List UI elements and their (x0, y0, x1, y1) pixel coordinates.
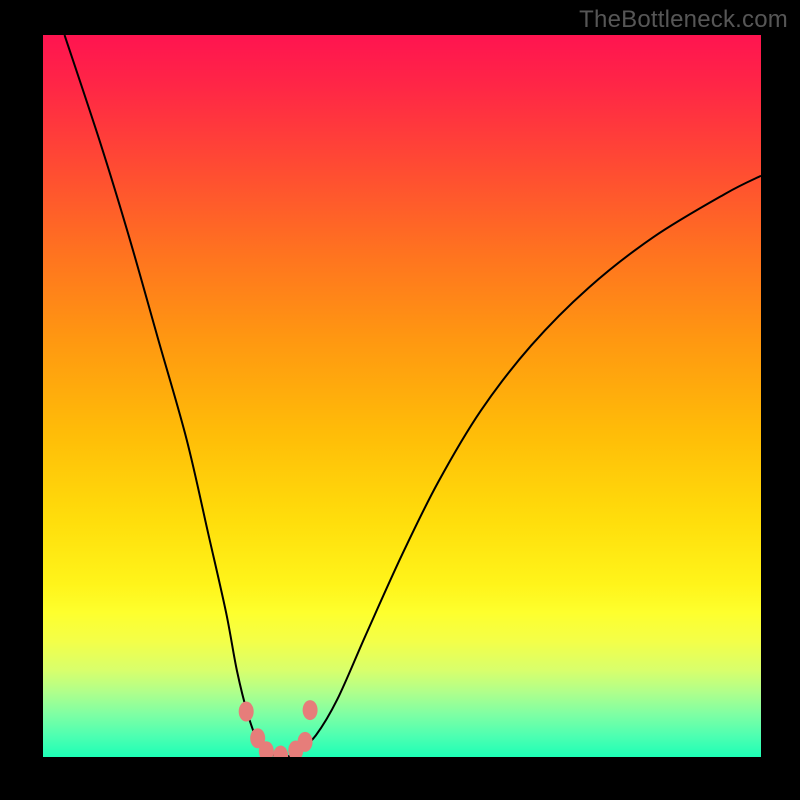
plot-area (43, 35, 761, 757)
data-marker (273, 746, 288, 757)
watermark-text: TheBottleneck.com (579, 6, 788, 34)
curve-layer (43, 35, 761, 757)
data-marker (239, 702, 254, 722)
chart-container: { "watermark": "TheBottleneck.com", "cha… (0, 0, 800, 800)
data-marker (298, 732, 313, 752)
bottleneck-curve (65, 35, 761, 757)
data-marker (303, 700, 318, 720)
marker-group (239, 700, 318, 757)
